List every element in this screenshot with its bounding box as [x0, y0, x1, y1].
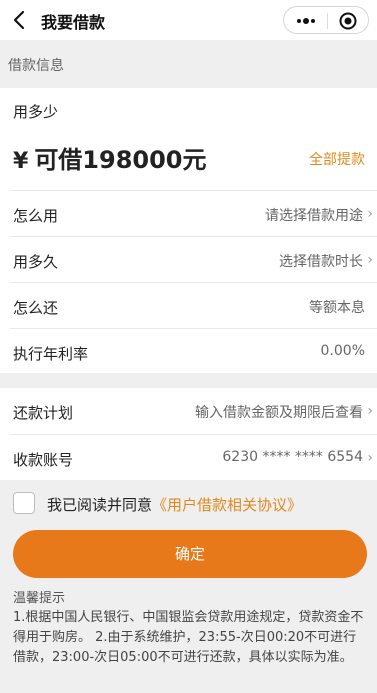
loan-info-card: 用多少 ¥ 可借198000元 全部提款 怎么用 请选择借款用途 › 用多久 选择… — [0, 88, 377, 373]
row-value: 0.00% — [320, 343, 365, 359]
agreement-prefix: 我已阅读并同意 — [47, 496, 153, 514]
tips-body: 1.根据中国人民银行、中国银监会贷款用途规定，贷款资金不得用于购房。 2.由于系… — [13, 610, 364, 665]
tips-title: 温馨提示 — [13, 591, 66, 606]
row-purpose[interactable]: 怎么用 请选择借款用途 › — [10, 190, 377, 236]
row-value: 输入借款金额及期限后查看 — [195, 405, 363, 421]
row-label: 怎么还 — [13, 299, 59, 317]
mini-program-capsule — [283, 6, 369, 34]
row-label: 用多久 — [13, 253, 59, 271]
amount-question: 用多少 — [13, 103, 59, 121]
agreement-checkbox[interactable] — [13, 492, 35, 514]
row-value: 等额本息 — [309, 300, 365, 316]
row-value: 6230 **** **** 6554 — [222, 449, 363, 465]
currency-symbol: ¥ — [13, 149, 29, 174]
chevron-right-icon: › — [367, 403, 373, 419]
row-label: 执行年利率 — [13, 345, 89, 363]
agreement-text: 我已阅读并同意《用户借款相关协议》 — [47, 494, 302, 515]
section-title: 借款信息 — [8, 58, 64, 74]
row-repayment-method: 怎么还 等额本息 — [10, 282, 377, 328]
page-title: 我要借款 — [41, 13, 106, 32]
repayment-card: 还款计划 输入借款金额及期限后查看 › 收款账号 6230 **** **** … — [0, 388, 377, 480]
row-annual-rate: 执行年利率 0.00% — [10, 328, 377, 374]
amount-input[interactable]: ¥ 可借198000元 — [13, 140, 207, 175]
capsule-divider — [327, 13, 328, 29]
target-close-icon[interactable] — [338, 11, 358, 31]
agreement-link[interactable]: 《用户借款相关协议》 — [152, 496, 302, 514]
row-label: 怎么用 — [13, 207, 59, 225]
row-repayment-plan[interactable]: 还款计划 输入借款金额及期限后查看 › — [10, 388, 377, 434]
row-duration[interactable]: 用多久 选择借款时长 › — [10, 236, 377, 282]
chevron-right-icon: › — [367, 206, 373, 222]
top-bar: 我要借款 — [0, 0, 377, 40]
more-dots-icon[interactable] — [294, 11, 318, 31]
chevron-right-icon: › — [367, 450, 373, 466]
withdraw-all-button[interactable]: 全部提款 — [309, 149, 365, 169]
back-arrow-icon[interactable] — [12, 9, 28, 31]
chevron-right-icon: › — [367, 252, 373, 268]
confirm-button[interactable]: 确定 — [13, 530, 367, 578]
row-label: 收款账号 — [13, 451, 74, 469]
row-value: 选择借款时长 — [279, 254, 363, 270]
row-receiving-account[interactable]: 收款账号 6230 **** **** 6554 › — [10, 434, 377, 480]
row-label: 还款计划 — [13, 404, 74, 422]
available-amount-placeholder: 可借198000元 — [34, 146, 207, 174]
row-value: 请选择借款用途 — [265, 208, 363, 224]
